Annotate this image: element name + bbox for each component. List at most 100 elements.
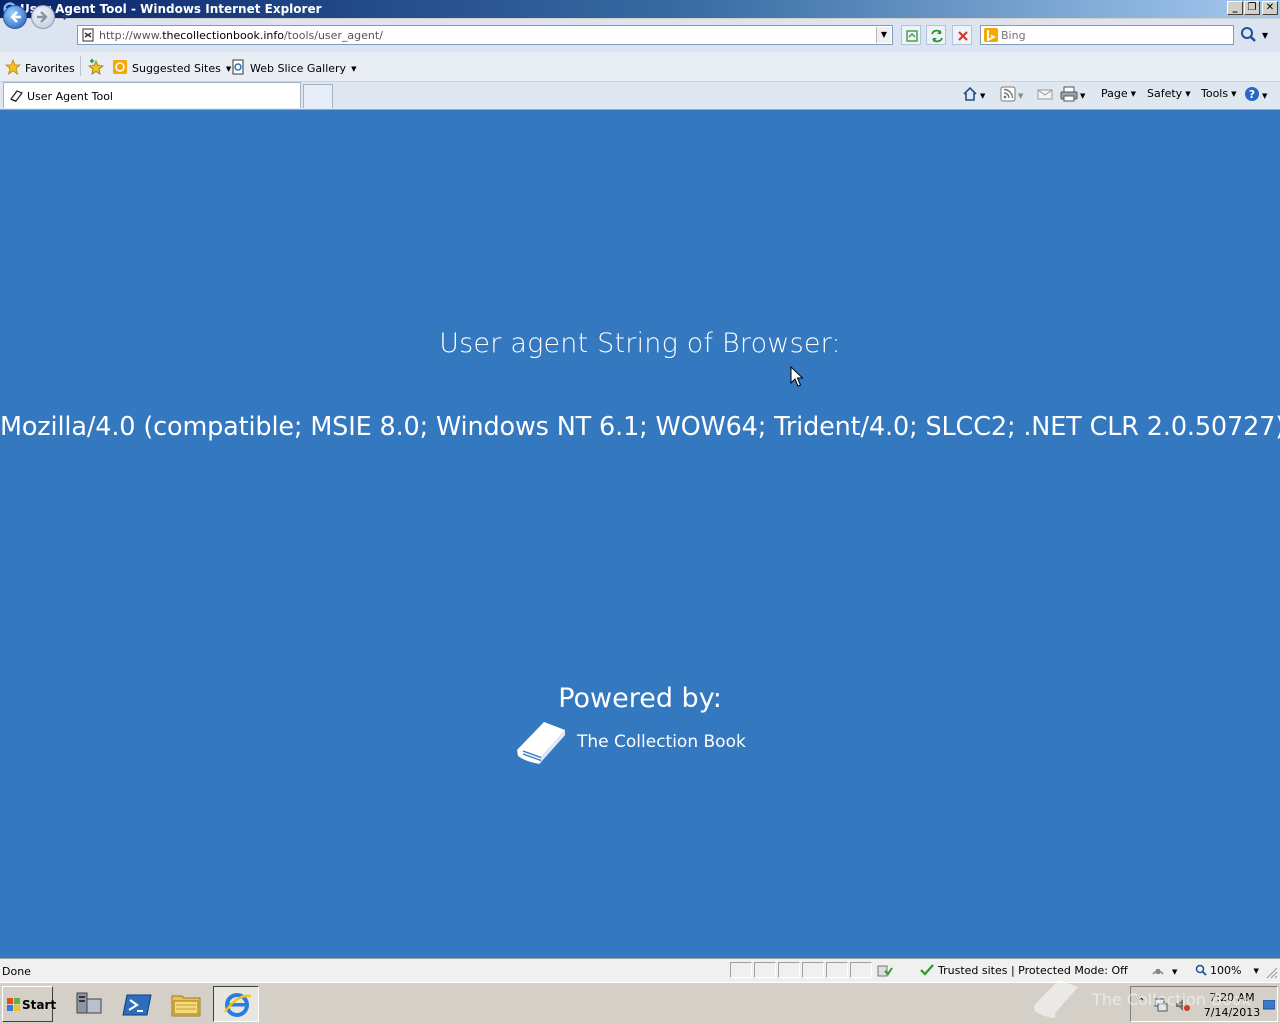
start-label: Start — [22, 998, 57, 1012]
safety-menu[interactable]: Safety ▼ — [1147, 87, 1191, 100]
resize-grip-icon[interactable] — [1266, 967, 1278, 979]
feeds-button[interactable]: ▼ — [1000, 86, 1023, 105]
tools-menu[interactable]: Tools ▼ — [1201, 87, 1237, 100]
taskbar-powershell[interactable] — [114, 986, 160, 1022]
url-path: /tools/user_agent/ — [283, 29, 383, 42]
page-content: User agent String of Browser: Mozilla/4.… — [0, 110, 1280, 958]
chevron-down-icon: ▼ — [1018, 92, 1024, 100]
home-button[interactable]: ▼ — [962, 86, 985, 105]
status-pane — [826, 962, 848, 978]
forward-arrow-icon — [37, 11, 48, 23]
suggested-sites-link[interactable]: Suggested Sites ▼ — [112, 59, 231, 75]
folder-icon — [171, 995, 201, 1017]
command-bar: User Agent Tool ▼ ▼ ▼ Page ▼ Safety ▼ Tool… — [0, 82, 1280, 110]
forward-button[interactable] — [31, 5, 55, 29]
zoom-level: 100% — [1210, 964, 1242, 977]
status-pane — [802, 962, 824, 978]
address-bar[interactable]: http://www.thecollectionbook.info/tools/… — [77, 25, 893, 45]
tab-user-agent-tool[interactable]: User Agent Tool — [3, 82, 301, 108]
read-mail-button[interactable] — [1037, 86, 1053, 105]
suggested-sites-icon — [113, 60, 127, 74]
mail-icon — [1037, 89, 1053, 100]
page-menu-label: Page — [1101, 87, 1128, 100]
chevron-down-icon: ▼ — [1172, 968, 1178, 976]
rss-feed-icon — [1000, 86, 1016, 102]
favorites-button[interactable]: Favorites — [4, 58, 75, 75]
search-options-dropdown[interactable]: ▼ — [1262, 31, 1268, 40]
chevron-down-icon: ▼ — [1080, 92, 1086, 100]
help-button[interactable]: ? ▼ — [1244, 86, 1267, 105]
status-pane — [778, 962, 800, 978]
suggested-sites-label: Suggested Sites — [132, 62, 221, 75]
taskbar-server-manager[interactable] — [66, 986, 112, 1022]
restore-button[interactable]: ❐ — [1244, 1, 1260, 15]
clock-time: 7:20 AM — [1209, 991, 1255, 1004]
page-icon — [82, 28, 94, 42]
favorites-label: Favorites — [25, 62, 75, 75]
web-slice-gallery-icon — [232, 59, 244, 75]
taskbar-clock[interactable]: 7:20 AM 7/14/2013 — [1201, 990, 1263, 1020]
start-button[interactable]: Start — [2, 986, 57, 1022]
minimize-button[interactable]: _ — [1227, 1, 1243, 15]
back-button[interactable] — [3, 5, 27, 29]
refresh-button[interactable] — [926, 25, 946, 45]
addon-manager-icon[interactable] — [877, 964, 893, 978]
tools-menu-label: Tools — [1201, 87, 1229, 100]
compatibility-view-icon — [906, 30, 918, 42]
window-title-bar[interactable]: User Agent Tool - Windows Internet Explo… — [0, 0, 1280, 18]
security-zone-label: Trusted sites | Protected Mode: Off — [938, 964, 1128, 977]
protected-mode-button[interactable]: ▼ — [1150, 964, 1177, 979]
volume-muted-icon[interactable] — [1175, 998, 1191, 1012]
taskbar-windows-explorer[interactable] — [163, 986, 209, 1022]
network-icon[interactable] — [1153, 998, 1169, 1012]
server-manager-icon — [76, 992, 102, 1014]
add-to-favorites-bar-button[interactable] — [87, 59, 108, 75]
user-agent-string: Mozilla/4.0 (compatible; MSIE 8.0; Windo… — [0, 412, 1280, 442]
chevron-down-icon: ▼ — [1253, 967, 1259, 975]
home-icon — [963, 86, 977, 101]
status-pane — [850, 962, 872, 978]
show-desktop-icon[interactable] — [1263, 1000, 1275, 1010]
chevron-down-icon: ▼ — [1130, 90, 1137, 98]
tab-label: User Agent Tool — [27, 90, 113, 103]
address-url[interactable]: http://www.thecollectionbook.info/tools/… — [99, 29, 383, 42]
status-pane — [754, 962, 776, 978]
recent-pages-dropdown-icon[interactable] — [60, 13, 69, 22]
search-icon[interactable] — [1238, 25, 1260, 45]
chevron-down-icon: ▼ — [1262, 92, 1268, 100]
status-pane — [730, 962, 752, 978]
brand-name: The Collection Book — [577, 732, 746, 752]
compatibility-view-button[interactable] — [901, 25, 921, 45]
protected-mode-icon — [1152, 969, 1164, 975]
bing-icon — [984, 28, 998, 42]
favorites-separator — [80, 56, 81, 76]
refresh-icon — [931, 29, 943, 43]
address-dropdown-button[interactable]: ▼ — [876, 27, 891, 43]
print-button[interactable]: ▼ — [1060, 86, 1085, 105]
search-box[interactable] — [980, 25, 1234, 45]
new-tab-button[interactable] — [303, 84, 333, 108]
printer-icon — [1060, 86, 1078, 102]
collection-book-link[interactable]: The Collection Book — [514, 720, 774, 770]
stop-button[interactable] — [952, 25, 972, 45]
status-bar: Done Trusted sites | Protected Mode: Off… — [0, 958, 1280, 982]
url-prefix: http://www. — [99, 29, 163, 42]
web-slice-gallery-link[interactable]: Web Slice Gallery ▼ — [230, 59, 356, 75]
system-tray: ⌃ 7:20 AM 7/14/2013 — [1130, 986, 1278, 1022]
internet-explorer-icon — [224, 993, 252, 1017]
taskbar: Start ⌃ 7:20 AM 7/14/2013 — [0, 982, 1280, 1024]
user-agent-heading: User agent String of Browser: — [439, 328, 841, 359]
chevron-down-icon: ▼ — [351, 65, 357, 73]
search-input[interactable] — [1001, 27, 1231, 43]
mouse-cursor-icon — [790, 366, 804, 387]
chevron-down-icon: ▼ — [1231, 90, 1237, 98]
close-window-button[interactable]: ✕ — [1262, 1, 1278, 15]
collection-book-logo-icon — [517, 722, 566, 765]
taskbar-internet-explorer[interactable] — [213, 986, 259, 1022]
zoom-level-button[interactable]: 100% ▼ — [1195, 964, 1259, 977]
page-menu[interactable]: Page ▼ — [1101, 87, 1136, 100]
web-slice-gallery-label: Web Slice Gallery — [250, 62, 347, 75]
security-zone[interactable]: Trusted sites | Protected Mode: Off — [920, 964, 1128, 977]
show-hidden-icons-button[interactable]: ⌃ — [1137, 997, 1145, 1008]
help-icon: ? — [1245, 87, 1259, 101]
